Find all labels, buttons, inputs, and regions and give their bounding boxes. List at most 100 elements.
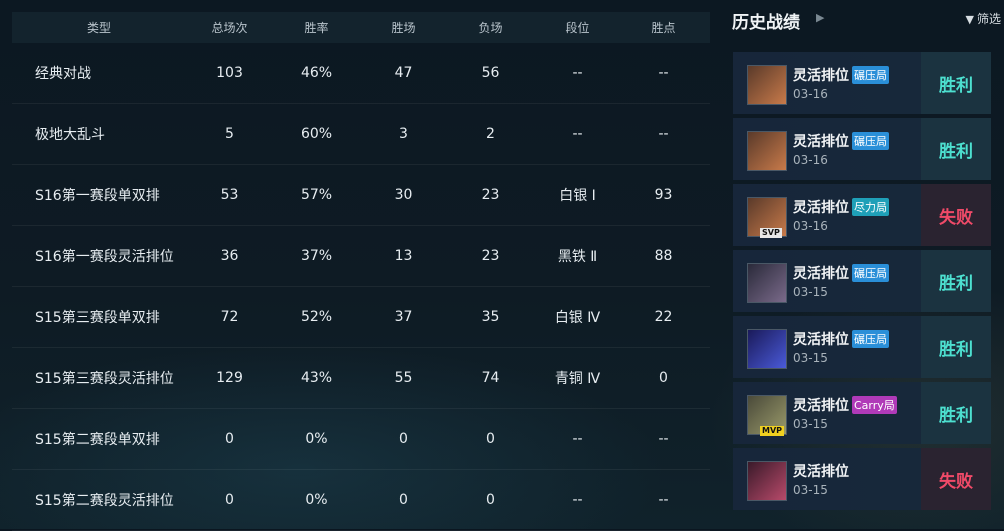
- match-card[interactable]: 灵活排位 碾压局 03-16 胜利: [733, 52, 991, 114]
- champion-icon: MVP: [747, 395, 787, 436]
- stats-table-header: 类型 总场次 胜率 胜场 负场 段位 胜点: [12, 12, 710, 43]
- stats-table: 类型 总场次 胜率 胜场 负场 段位 胜点 经典对战 103 46% 47 56 -- --…: [12, 12, 710, 531]
- match-mode: 灵活排位 碾压局: [793, 131, 889, 151]
- history-title: 历史战绩: [732, 13, 800, 33]
- match-mode-label: 灵活排位: [793, 398, 849, 414]
- filter-button[interactable]: ▼ 筛选: [966, 10, 1001, 27]
- match-tag: 碾压局: [852, 132, 889, 150]
- header-rank: 段位: [565, 21, 590, 35]
- match-date: 03-15: [793, 417, 828, 431]
- match-result: 胜利: [921, 250, 991, 312]
- match-mode-label: 灵活排位: [793, 134, 849, 150]
- table-row: S15第二赛段单双排 0 0% 0 0 -- --: [12, 409, 710, 470]
- cell-total: 53: [220, 187, 239, 203]
- cell-losses: 0: [486, 431, 495, 447]
- table-row: 经典对战 103 46% 47 56 -- --: [12, 43, 710, 104]
- cell-winrate: 60%: [300, 126, 333, 142]
- cell-lp: --: [658, 126, 669, 142]
- cell-wins: 37: [394, 309, 413, 325]
- match-mode: 灵活排位 碾压局: [793, 329, 889, 349]
- header-type: 类型: [86, 21, 111, 35]
- cell-losses: 74: [481, 370, 500, 386]
- match-date: 03-16: [793, 87, 828, 101]
- match-tag: 尽力局: [852, 198, 889, 216]
- cell-lp: 22: [654, 309, 673, 325]
- cell-wins: 0: [399, 492, 408, 508]
- match-card[interactable]: 灵活排位 碾压局 03-15 胜利: [733, 250, 991, 312]
- cell-lp: 88: [654, 248, 673, 264]
- cell-rank: --: [572, 65, 583, 81]
- cell-winrate: 57%: [300, 187, 333, 203]
- cell-total: 36: [220, 248, 239, 264]
- cell-total: 103: [216, 65, 243, 81]
- cell-total: 5: [225, 126, 234, 142]
- cell-wins: 55: [394, 370, 413, 386]
- cell-wins: 3: [399, 126, 408, 142]
- match-date: 03-16: [793, 219, 828, 233]
- header-wins: 胜场: [391, 21, 416, 35]
- table-row: 极地大乱斗 5 60% 3 2 -- --: [12, 104, 710, 165]
- match-result: 胜利: [921, 52, 991, 114]
- cell-losses: 23: [481, 248, 500, 264]
- cell-rank: 白银 Ⅳ: [554, 310, 601, 326]
- cell-losses: 0: [486, 492, 495, 508]
- match-card[interactable]: SVP 灵活排位 尽力局 03-16 失败: [733, 184, 991, 246]
- cell-rank: --: [572, 126, 583, 142]
- cell-type: S15第三赛段单双排: [35, 310, 160, 326]
- cell-wins: 47: [394, 65, 413, 81]
- match-result: 失败: [921, 184, 991, 246]
- cell-lp: 93: [654, 187, 673, 203]
- cell-type: S16第一赛段灵活排位: [35, 249, 174, 265]
- cell-type: S16第一赛段单双排: [35, 188, 160, 204]
- cell-winrate: 46%: [300, 65, 333, 81]
- cell-wins: 30: [394, 187, 413, 203]
- match-date: 03-15: [793, 285, 828, 299]
- cell-total: 0: [225, 492, 234, 508]
- performance-badge: MVP: [760, 426, 785, 436]
- cell-type: 经典对战: [35, 66, 91, 82]
- cell-losses: 2: [486, 126, 495, 142]
- champion-icon: [747, 461, 787, 501]
- match-card[interactable]: 灵活排位 碾压局 03-15 胜利: [733, 316, 991, 378]
- match-mode: 灵活排位: [793, 461, 849, 481]
- cell-winrate: 43%: [300, 370, 333, 386]
- header-lp: 胜点: [651, 21, 676, 35]
- filter-label: 筛选: [976, 12, 1001, 26]
- header-winrate: 胜率: [304, 21, 329, 35]
- match-result: 失败: [921, 448, 991, 510]
- match-date: 03-16: [793, 153, 828, 167]
- chevron-right-icon[interactable]: ▶: [816, 11, 824, 24]
- performance-badge: SVP: [760, 228, 782, 238]
- stats-table-body: 经典对战 103 46% 47 56 -- -- 极地大乱斗 5 60% 3 2 -- -- S16第一赛段…: [12, 43, 710, 531]
- champion-icon: SVP: [747, 197, 787, 238]
- cell-rank: 青铜 Ⅳ: [554, 371, 601, 387]
- cell-rank: --: [572, 492, 583, 508]
- match-card[interactable]: 灵活排位 03-15 失败: [733, 448, 991, 510]
- funnel-icon: ▼: [965, 13, 974, 26]
- match-history-panel: 历史战绩 ▶ ▼ 筛选 灵活排位 碾压局 03-16 胜利 灵活排位 碾压局 03-16 胜利 S…: [720, 0, 1004, 529]
- match-mode-label: 灵活排位: [793, 332, 849, 348]
- match-mode: 灵活排位 尽力局: [793, 197, 889, 217]
- cell-wins: 0: [399, 431, 408, 447]
- match-card[interactable]: 灵活排位 碾压局 03-16 胜利: [733, 118, 991, 180]
- table-row: S15第三赛段单双排 72 52% 37 35 白银 Ⅳ 22: [12, 287, 710, 348]
- match-tag: 碾压局: [852, 66, 889, 84]
- champion-icon: [747, 65, 787, 105]
- cell-lp: 0: [659, 370, 668, 386]
- match-tag: Carry局: [852, 396, 897, 414]
- champion-icon: [747, 131, 787, 171]
- cell-total: 0: [225, 431, 234, 447]
- cell-lp: --: [658, 492, 669, 508]
- table-row: S16第一赛段单双排 53 57% 30 23 白银 Ⅰ 93: [12, 165, 710, 226]
- cell-lp: --: [658, 65, 669, 81]
- header-losses: 负场: [478, 21, 503, 35]
- header-total: 总场次: [211, 21, 248, 35]
- champion-icon: [747, 329, 787, 369]
- match-card[interactable]: MVP 灵活排位 Carry局 03-15 胜利: [733, 382, 991, 444]
- cell-wins: 13: [394, 248, 413, 264]
- match-mode: 灵活排位 Carry局: [793, 395, 897, 415]
- cell-type: S15第二赛段单双排: [35, 432, 160, 448]
- champion-icon: [747, 263, 787, 303]
- match-mode: 灵活排位 碾压局: [793, 65, 889, 85]
- match-mode-label: 灵活排位: [793, 266, 849, 282]
